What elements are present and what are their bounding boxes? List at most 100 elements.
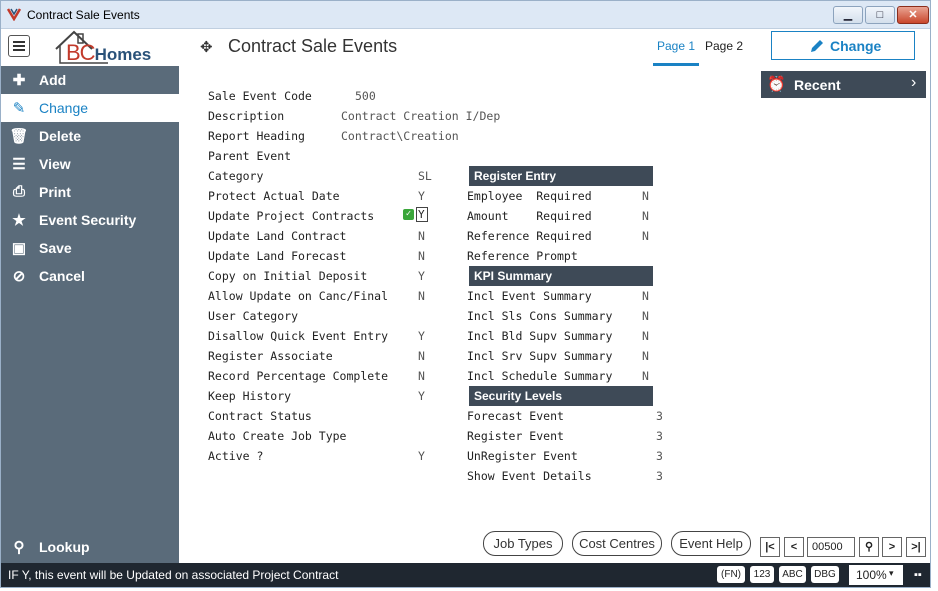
field-label: Incl Schedule Summary [467,369,613,383]
page-title: ✥ Contract Sale Events [200,36,397,57]
last-record-icon: >| [911,541,921,553]
field-label: Register Event [467,429,564,443]
protect-actual-date-field[interactable]: Y [418,189,425,203]
field-label: Protect Actual Date [208,189,340,203]
logo-text: Homes [94,45,152,64]
register-associate-field[interactable]: N [418,349,425,363]
unregister-event-level-field[interactable]: 3 [656,449,663,463]
incl-event-summary-field[interactable]: N [642,289,649,303]
sidebar-item-lookup[interactable]: ⚲ Lookup [1,533,179,561]
plus-icon: ✚ [12,72,26,89]
event-help-button[interactable]: Event Help [671,531,751,556]
incl-sls-cons-summary-field[interactable]: N [642,309,649,323]
num-lock-indicator[interactable]: 123 [750,566,774,583]
zoom-value: 100% [856,568,887,582]
hamburger-menu-button[interactable] [8,35,30,57]
field-label: Reference Prompt [467,249,578,263]
sidebar-item-change[interactable]: ✎ Change [1,94,179,122]
sidebar-item-print[interactable]: ⎙ Print [1,178,179,206]
fn-key-indicator[interactable]: (FN) [717,566,745,583]
field-label: Update Land Forecast [208,249,347,263]
field-label: Incl Event Summary [467,289,592,303]
list-icon: ☰ [12,156,26,173]
previous-record-button[interactable]: < [784,537,804,557]
record-percentage-complete-field[interactable]: N [418,369,425,383]
register-event-level-field[interactable]: 3 [656,429,663,443]
update-project-contracts-input[interactable]: Y [416,207,428,222]
search-record-button[interactable]: ⚲ [859,537,879,557]
close-button[interactable]: ✕ [897,6,929,24]
active-tab-indicator [653,63,699,66]
copy-on-initial-deposit-field[interactable]: Y [418,269,425,283]
field-label: Incl Srv Supv Summary [467,349,613,363]
tab-page-1[interactable]: Page 1 [657,39,695,53]
sidebar-item-label: Lookup [39,539,90,555]
maximize-icon: □ [876,9,884,21]
handshake-icon: ✥ [200,39,213,56]
amount-required-field[interactable]: N [642,209,649,223]
recent-label: Recent [794,77,841,93]
keep-history-field[interactable]: Y [418,389,425,403]
field-label: Parent Event [208,149,292,163]
pencil-icon: ✎ [12,100,26,117]
last-record-button[interactable]: >| [906,537,926,557]
report-heading-field[interactable]: Contract\Creation [341,129,459,143]
sidebar-item-label: Add [39,72,67,88]
caps-lock-indicator[interactable]: ABC [779,566,806,583]
cancel-icon: ⊘ [12,268,26,285]
job-types-button[interactable]: Job Types [483,531,563,556]
field-label: Keep History [208,389,292,403]
reference-required-field[interactable]: N [642,229,649,243]
hamburger-line [13,41,25,43]
first-record-button[interactable]: |< [760,537,780,557]
next-record-button[interactable]: > [882,537,902,557]
incl-srv-supv-summary-field[interactable]: N [642,349,649,363]
trash-icon: 🗑 [9,128,29,145]
field-label: Auto Create Job Type [208,429,347,443]
sidebar-item-delete[interactable]: 🗑 Delete [1,122,179,150]
floppy-icon: ▣ [11,240,27,257]
sidebar-item-label: View [39,156,71,172]
record-number-input[interactable]: 00500 [807,537,855,557]
page-title-text: Contract Sale Events [228,36,398,56]
field-label: Description [208,109,285,123]
app-window: Contract Sale Events ▁ □ ✕ BCHomes ✥ Cont… [0,0,931,588]
maximize-button[interactable]: □ [865,6,895,24]
checkmark-icon: ✓ [403,209,414,220]
sidebar-item-label: Event Security [39,212,137,228]
tab-page-2[interactable]: Page 2 [705,39,743,53]
field-label: Update Land Contract [208,229,347,243]
field-label: Allow Update on Canc/Final [208,289,389,303]
zoom-select[interactable]: 100% ▾ [849,565,903,585]
update-land-contract-field[interactable]: N [418,229,425,243]
description-field[interactable]: Contract Creation I/Dep [341,109,500,123]
active-field[interactable]: Y [418,449,425,463]
recent-panel-button[interactable]: ⏰ Recent › [761,71,926,98]
incl-schedule-summary-field[interactable]: N [642,369,649,383]
forecast-event-level-field[interactable]: 3 [656,409,663,423]
update-land-forecast-field[interactable]: N [418,249,425,263]
sidebar-item-save[interactable]: ▣ Save [1,234,179,262]
field-label: Incl Bld Supv Summary [467,329,613,343]
sidebar-item-cancel[interactable]: ⊘ Cancel [1,262,179,290]
debug-indicator[interactable]: DBG [811,566,839,583]
sidebar-item-event-security[interactable]: ★ Event Security [1,206,179,234]
app-logo-icon [7,8,21,21]
incl-bld-supv-summary-field[interactable]: N [642,329,649,343]
allow-update-on-canc-field[interactable]: N [418,289,425,303]
category-field[interactable]: SL [418,169,432,183]
sidebar-item-view[interactable]: ☰ View [1,150,179,178]
show-event-details-level-field[interactable]: 3 [656,469,663,483]
disallow-quick-event-entry-field[interactable]: Y [418,329,425,343]
sidebar-item-label: Delete [39,128,82,144]
sidebar-item-add[interactable]: ✚ Add [1,66,179,94]
sale-event-code-value[interactable]: 500 [355,89,376,103]
cost-centres-button[interactable]: Cost Centres [572,531,662,556]
change-mode-button[interactable]: Change [771,31,915,60]
employee-required-field[interactable]: N [642,189,649,203]
chevron-right-icon: › [911,74,917,91]
pencil-icon [811,40,823,52]
field-label: Sale Event Code [208,89,312,103]
resize-grip-icon[interactable]: ▪▪ [914,569,922,581]
minimize-button[interactable]: ▁ [833,6,863,24]
